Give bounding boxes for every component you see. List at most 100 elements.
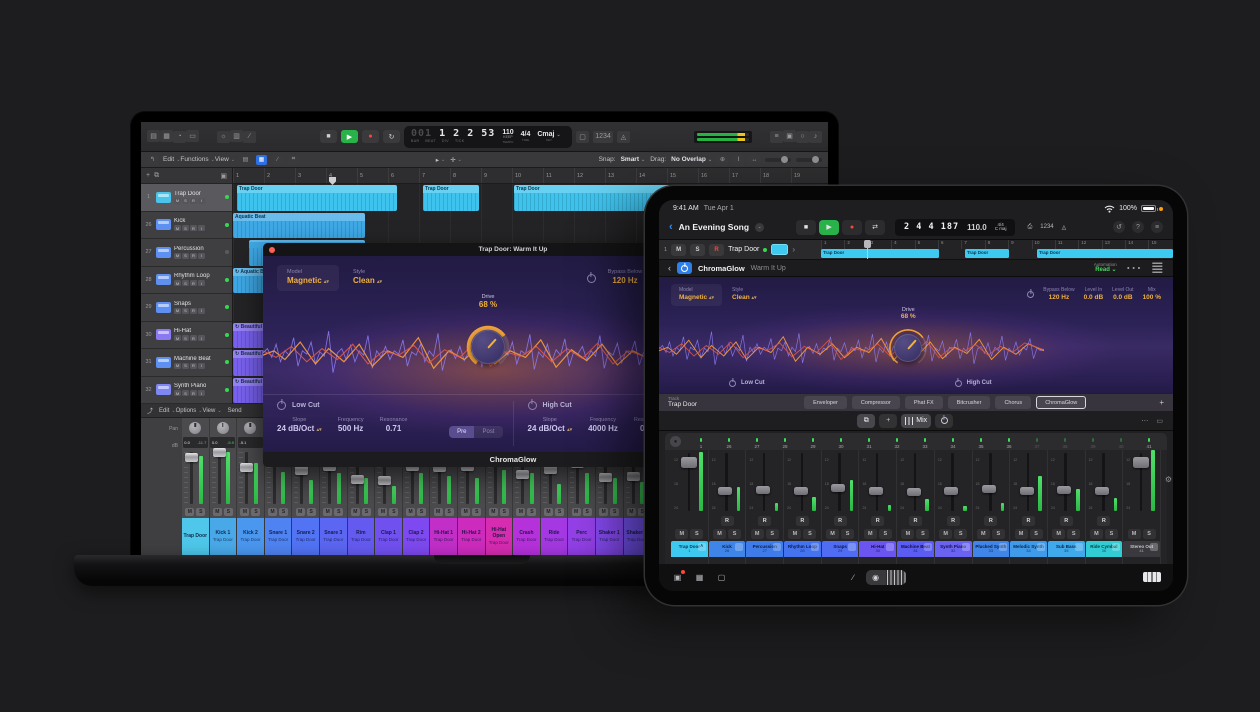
hide-tracks-icon[interactable]: ▤ [240,155,251,165]
drive-knob[interactable] [889,329,927,367]
fader[interactable]: 121824 [1123,450,1160,514]
solo-button[interactable]: S [954,529,967,539]
command-tool-menu[interactable]: ✛⌄ [450,156,462,164]
solo-button[interactable]: S [916,529,929,539]
mute-button[interactable]: M [174,335,181,341]
mute-button[interactable]: M [901,529,914,539]
track-icon[interactable] [771,244,788,255]
browser-icon[interactable]: ▣ [671,571,684,584]
fader[interactable]: 121824 [709,450,746,514]
collapse-chevron-icon[interactable] [811,543,819,551]
record-enable-button[interactable]: R [1060,516,1073,526]
mute-button[interactable]: M [1090,529,1103,539]
collapse-chevron-icon[interactable] [999,543,1007,551]
channel-number[interactable]: 1 [687,437,715,449]
mute-button[interactable]: M [788,529,801,539]
mix-view-button[interactable]: Mix [901,414,931,428]
fader-handle[interactable] [1020,487,1034,495]
mute-button[interactable]: M [434,508,443,516]
collapse-chevron-icon[interactable] [886,543,894,551]
mute-button[interactable]: M [977,529,990,539]
mute-button[interactable]: M [174,253,181,259]
regions-view-button[interactable]: ⧉ [857,414,875,428]
solo-button[interactable]: S [182,363,189,369]
collapse-chevron-icon[interactable] [924,543,932,551]
record-enable-button[interactable]: R [758,516,771,526]
pointer-tool-menu[interactable]: ▸⌄ [436,156,445,164]
editors-icon[interactable]: ∕ [243,131,256,143]
fader[interactable] [182,450,209,506]
solo-button[interactable]: S [766,529,779,539]
channel-name-label[interactable]: PercTrap Door [568,518,595,555]
record-enable-button[interactable]: R [190,308,197,314]
channel-name-label[interactable]: CrashTrap Door [513,518,540,555]
channel-name-label[interactable]: Ride Cymbal 36 [1086,541,1123,557]
solo-button[interactable]: S [182,308,189,314]
mute-button[interactable]: M [323,508,332,516]
song-menu-chevron-icon[interactable]: ⌄ [755,223,764,232]
solo-button[interactable]: S [182,390,189,396]
knob-view-icon[interactable]: ◉ [866,570,886,585]
solo-button[interactable]: S [182,335,189,341]
solo-button[interactable]: S [1105,529,1118,539]
high-cut-power-icon[interactable] [955,380,962,387]
high-cut-slope[interactable]: Slope 24 dB/Oct ▴▾ [528,417,573,435]
collapse-chevron-icon[interactable] [962,543,970,551]
catch-playhead-icon[interactable]: ↰ [147,155,158,165]
plugin-chip[interactable]: Phat FX [905,396,943,409]
channel-number[interactable]: 38 [1051,437,1079,449]
level-in-control[interactable]: Level In 0.0 dB [1084,287,1104,303]
fader-handle[interactable] [907,488,921,496]
count-in-button[interactable]: 1234 [1040,224,1053,230]
vertical-zoom-slider[interactable] [765,158,791,162]
note-pads-icon[interactable]: ▣ [783,130,796,142]
channel-name-label[interactable]: Kick 2Trap Door [237,518,264,555]
solo-button[interactable]: S [690,529,703,539]
channel-number[interactable]: 27 [743,437,771,449]
mute-button[interactable]: M [864,529,877,539]
collapse-chevron-icon[interactable]: ∧ [698,543,706,551]
record-enable-button[interactable]: R [1097,516,1110,526]
pan-knob[interactable] [217,422,229,434]
fader[interactable]: 121824 [671,450,708,514]
level-readout[interactable]: 0.0-11.7 [183,437,208,448]
solo-button[interactable]: S [307,508,316,516]
mute-button[interactable]: M [461,508,470,516]
count-in-button[interactable]: 1234 [593,131,613,143]
pan-knob[interactable] [189,422,201,434]
channel-number[interactable]: 26 [715,437,743,449]
channel-name-label[interactable]: Plucked Synth 33 [973,541,1010,557]
solo-button[interactable]: S [555,508,564,516]
record-enable-button[interactable]: R [190,363,197,369]
solo-button[interactable]: S [527,508,536,516]
menu-item[interactable]: View⌄ [215,156,235,163]
solo-button[interactable]: S [1030,529,1043,539]
mute-button[interactable]: M [1128,529,1141,539]
tuner-icon[interactable]: ▢ [576,131,589,143]
record-button[interactable]: ● [842,220,862,235]
mute-button[interactable]: M [185,508,194,516]
mute-button[interactable]: M [516,508,525,516]
flex-icon[interactable]: ⌗ [288,155,299,165]
add-track-button[interactable]: + [146,172,150,179]
pencil-icon[interactable]: ∕ [847,571,860,584]
solo-button[interactable]: S [362,508,371,516]
collapse-chevron-icon[interactable] [735,543,743,551]
bypass-below-control[interactable]: Bypass Below 120 Hz [608,269,643,287]
input-monitor-button[interactable]: I [198,308,205,314]
mute-button[interactable]: M [489,508,498,516]
mute-button[interactable]: M [939,529,952,539]
automation-control[interactable]: Automation Read ⌄ [1094,262,1117,275]
solo-button[interactable]: S [279,508,288,516]
level-readout[interactable]: -5.1 [238,437,263,448]
track-header[interactable]: 26 Kick M S R I [141,212,232,240]
channel-number[interactable]: 39 [1079,437,1107,449]
quickhelp-icon[interactable]: ◔ [173,131,186,143]
model-select[interactable]: Model Magnetic ▴▾ [671,284,722,306]
track-header[interactable]: 27 Percussion M S R I [141,239,232,267]
low-cut-frequency[interactable]: Frequency 500 Hz [338,417,364,435]
add-button[interactable]: + [879,414,897,428]
solo-button[interactable]: S [879,529,892,539]
low-cut-section[interactable]: Low Cut [729,380,765,387]
region[interactable]: Trap Door [821,249,939,258]
